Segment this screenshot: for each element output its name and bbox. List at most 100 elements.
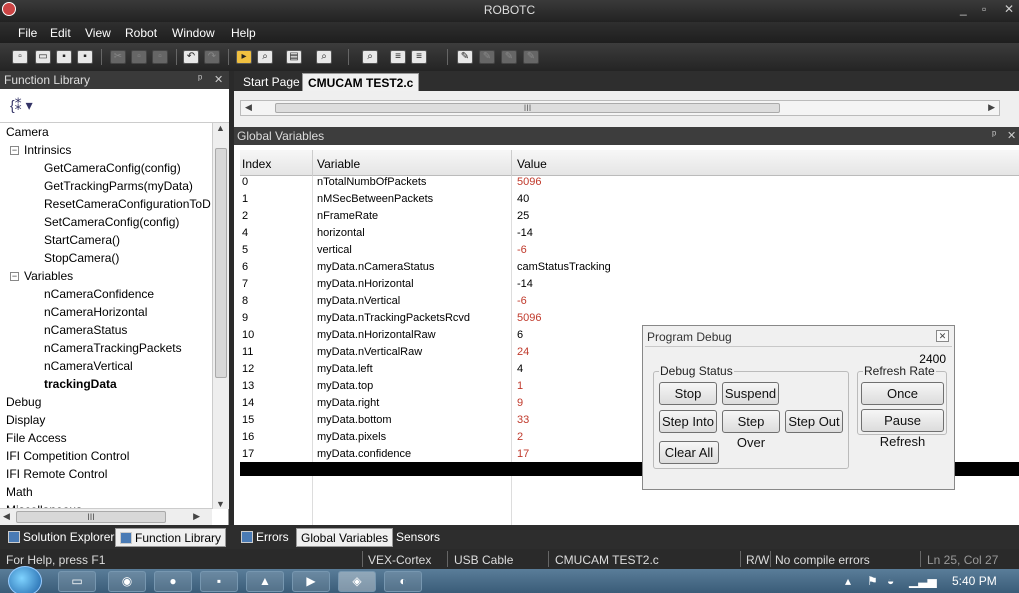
undo-icon[interactable]: ↶ (183, 50, 199, 64)
editor-scroll-right-icon[interactable]: ▶ (988, 102, 995, 113)
tree-item[interactable]: Variables (24, 269, 73, 283)
tree-item[interactable]: Debug (6, 395, 41, 409)
tab-start-page[interactable]: Start Page (238, 73, 305, 91)
tree-item[interactable]: StartCamera() (44, 233, 120, 247)
step-into-button[interactable]: Step Into (659, 410, 717, 433)
tab-cmucam-test2[interactable]: CMUCAM TEST2.c (302, 73, 420, 91)
step-over-button[interactable]: Step Over (722, 410, 780, 450)
bookmark-next-icon[interactable]: ✎ (479, 50, 495, 64)
menu-window[interactable]: Window (172, 26, 215, 40)
library-filter-dropdown[interactable]: {⁑ ▾ (0, 89, 229, 123)
bookmark-prev-icon[interactable]: ✎ (501, 50, 517, 64)
column-variable[interactable]: Variable (317, 157, 360, 171)
tab-sensors[interactable]: Sensors (392, 528, 444, 547)
find-icon[interactable]: ⌕ (257, 50, 273, 64)
gv-close-icon[interactable]: ✕ (1007, 129, 1016, 142)
tab-function-library[interactable]: Function Library (115, 528, 227, 547)
step-out-button[interactable]: Step Out (785, 410, 843, 433)
tray-network-icon[interactable]: ◒ (887, 574, 894, 588)
redo-icon[interactable]: ↷ (204, 50, 220, 64)
tree-item[interactable]: IFI Remote Control (6, 467, 107, 481)
restore-button[interactable]: ▫ (982, 2, 986, 16)
find-next-icon[interactable]: ⌕ (362, 50, 378, 64)
tree-toggle-icon[interactable]: − (10, 146, 19, 155)
bookmark-clear-icon[interactable]: ✎ (523, 50, 539, 64)
column-index[interactable]: Index (242, 157, 271, 171)
menu-file[interactable]: File (18, 26, 37, 40)
start-button[interactable] (8, 566, 42, 593)
tree-item[interactable]: trackingData (44, 377, 117, 391)
copy-icon[interactable]: ▫ (131, 50, 147, 64)
editor-hscroll-thumb[interactable]: III (275, 103, 780, 113)
tree-item[interactable]: nCameraConfidence (44, 287, 154, 301)
tree-item[interactable]: nCameraTrackingPackets (44, 341, 182, 355)
tree-horizontal-scrollbar[interactable]: ◀ III ▶ (0, 508, 212, 525)
paint-taskbar-icon[interactable]: ◐ (384, 571, 422, 592)
suspend-button[interactable]: Suspend (722, 382, 779, 405)
tree-item[interactable]: Intrinsics (24, 143, 71, 157)
chrome-taskbar-icon[interactable]: ◉ (108, 571, 146, 592)
pin-icon[interactable]: ᵖ (198, 73, 202, 85)
menu-view[interactable]: View (85, 26, 111, 40)
menu-robot[interactable]: Robot (125, 26, 157, 40)
tree-item[interactable]: IFI Competition Control (6, 449, 129, 463)
tree-toggle-icon[interactable]: − (10, 272, 19, 281)
open-file-icon[interactable]: ▭ (35, 50, 51, 64)
tree-item[interactable]: StopCamera() (44, 251, 119, 265)
menu-help[interactable]: Help (231, 26, 256, 40)
pause-refresh-button[interactable]: Pause Refresh (861, 409, 944, 449)
save-all-icon[interactable]: ▪ (77, 50, 93, 64)
tray-flag-icon[interactable]: ⚑ (867, 574, 878, 588)
tree-vertical-scrollbar[interactable]: ▲ ▼ (212, 123, 229, 509)
tree-item[interactable]: nCameraVertical (44, 359, 133, 373)
tree-item[interactable]: Display (6, 413, 45, 427)
panel-close-icon[interactable]: ✕ (214, 73, 223, 86)
menu-edit[interactable]: Edit (50, 26, 71, 40)
tree-hscroll-thumb[interactable]: III (16, 511, 166, 523)
explorer-taskbar-icon[interactable]: ▭ (58, 571, 96, 592)
compile-icon[interactable]: ▸ (236, 50, 252, 64)
tree-item[interactable]: nCameraHorizontal (44, 305, 147, 319)
bookmark-icon[interactable]: ✎ (457, 50, 473, 64)
once-button[interactable]: Once (861, 382, 944, 405)
print-icon[interactable]: ▤ (286, 50, 302, 64)
indent-icon[interactable]: ≡ (390, 50, 406, 64)
robotc-taskbar-icon[interactable]: ◈ (338, 571, 376, 592)
save-icon[interactable]: ▪ (56, 50, 72, 64)
tab-errors[interactable]: Errors (237, 528, 293, 547)
media-taskbar-icon[interactable]: ▶ (292, 571, 330, 592)
tab-global-variables[interactable]: Global Variables (296, 528, 394, 547)
stop-button[interactable]: Stop (659, 382, 717, 405)
clear-all-button[interactable]: Clear All (659, 441, 719, 464)
minimize-button[interactable]: _ (960, 2, 967, 16)
tree-item[interactable]: SetCameraConfig(config) (44, 215, 179, 229)
tree-item[interactable]: File Access (6, 431, 67, 445)
editor-scroll-left-icon[interactable]: ◀ (245, 102, 252, 113)
debug-close-icon[interactable]: ✕ (936, 330, 949, 342)
new-file-icon[interactable]: ▫ (12, 50, 28, 64)
tree-item[interactable]: Camera (6, 125, 49, 139)
scroll-down-icon[interactable]: ▼ (216, 499, 225, 509)
tree-item[interactable]: GetCameraConfig(config) (44, 161, 181, 175)
editor-horizontal-scrollbar[interactable]: ◀ III ▶ (240, 100, 1000, 116)
tab-solution-explorer[interactable]: Solution Explorer (4, 528, 118, 547)
tray-expand-icon[interactable]: ▴ (845, 574, 851, 588)
vlc-taskbar-icon[interactable]: ▲ (246, 571, 284, 592)
close-window-button[interactable]: ✕ (1004, 2, 1014, 16)
scroll-up-icon[interactable]: ▲ (216, 123, 225, 133)
scroll-right-icon[interactable]: ▶ (193, 511, 200, 522)
outdent-icon[interactable]: ≡ (411, 50, 427, 64)
tree-vscroll-thumb[interactable] (215, 148, 227, 378)
paste-icon[interactable]: ▫ (152, 50, 168, 64)
cut-icon[interactable]: ✂ (110, 50, 126, 64)
tree-item[interactable]: nCameraStatus (44, 323, 127, 337)
tree-item[interactable]: GetTrackingParms(myData) (44, 179, 193, 193)
scroll-left-icon[interactable]: ◀ (3, 511, 10, 522)
tray-signal-icon[interactable]: ▁▃▅ (909, 574, 937, 588)
app-taskbar-icon[interactable]: ● (154, 571, 192, 592)
gv-pin-icon[interactable]: ᵖ (992, 129, 996, 141)
tree-item[interactable]: ResetCameraConfigurationToD (44, 197, 211, 211)
binoculars-icon[interactable]: ⌕ (316, 50, 332, 64)
tree-item[interactable]: Math (6, 485, 33, 499)
cmd-taskbar-icon[interactable]: ▪ (200, 571, 238, 592)
